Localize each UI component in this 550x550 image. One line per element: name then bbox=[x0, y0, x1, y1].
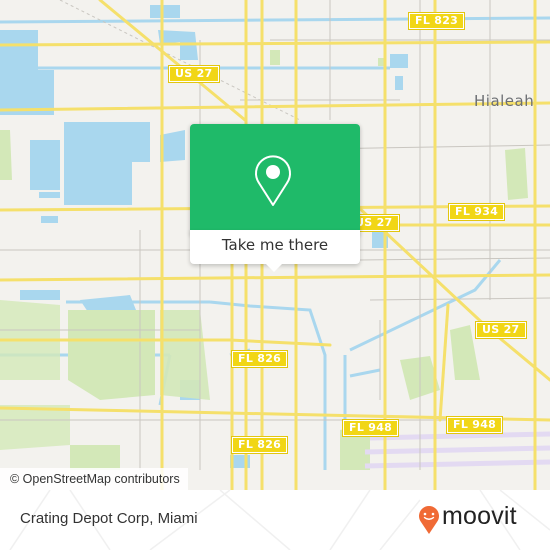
take-me-there-button[interactable]: Take me there bbox=[190, 230, 360, 264]
road-shield-fl948-west: FL 948 bbox=[341, 419, 400, 437]
brand-name: moovit bbox=[442, 502, 517, 530]
road-shield-us27-north: US 27 bbox=[168, 65, 220, 83]
road-shield-us27-east: US 27 bbox=[475, 321, 527, 339]
road-shield-fl826-south: FL 826 bbox=[230, 436, 289, 454]
map-attribution[interactable]: © OpenStreetMap contributors bbox=[0, 468, 188, 490]
location-title: Crating Depot Corp, Miami bbox=[20, 510, 198, 527]
road-shield-fl934: FL 934 bbox=[447, 203, 506, 221]
destination-popup[interactable]: Take me there bbox=[190, 124, 360, 272]
popup-pointer bbox=[266, 264, 282, 272]
road-shield-fl826-north: FL 826 bbox=[230, 350, 289, 368]
airport-layer bbox=[364, 431, 550, 469]
place-label-hialeah: Hialeah bbox=[474, 92, 535, 110]
map[interactable]: Hialeah FL 823 US 27 US 27 FL 934 US 27 … bbox=[0, 0, 550, 490]
popup-header[interactable] bbox=[190, 124, 360, 230]
moovit-pin-icon bbox=[419, 506, 439, 534]
road-shield-fl823: FL 823 bbox=[407, 12, 466, 30]
footer: Crating Depot Corp, Miami moovit bbox=[0, 490, 550, 550]
road-shield-fl948-east: FL 948 bbox=[445, 416, 504, 434]
map-pin-icon bbox=[255, 155, 291, 206]
